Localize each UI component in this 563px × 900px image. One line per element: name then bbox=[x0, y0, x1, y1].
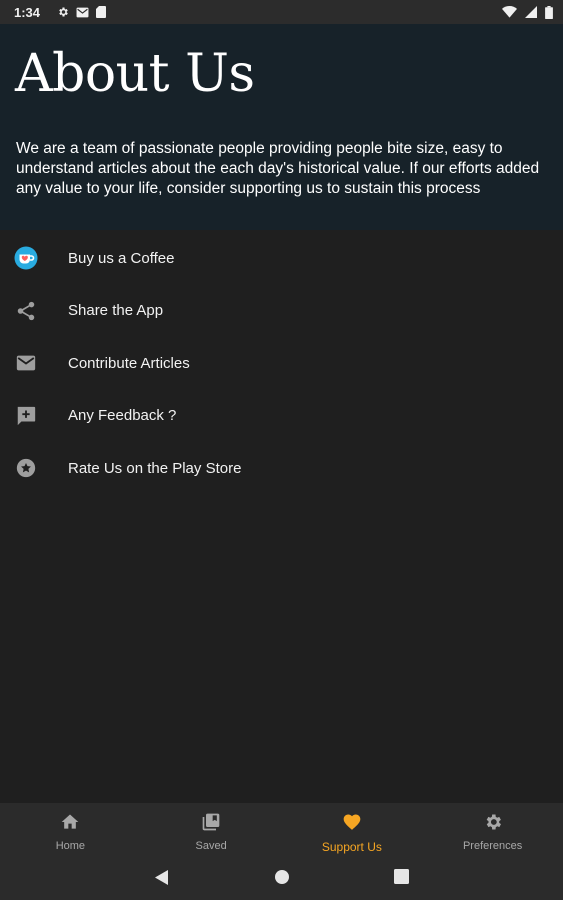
cellular-icon bbox=[525, 6, 537, 18]
back-icon[interactable] bbox=[154, 869, 169, 891]
wifi-icon bbox=[502, 6, 517, 18]
feedback-icon bbox=[14, 404, 38, 428]
heart-icon bbox=[342, 812, 362, 837]
buy-coffee-item[interactable]: Buy us a Coffee bbox=[0, 232, 563, 285]
support-options-list: Buy us a Coffee Share the App Contribute… bbox=[0, 232, 563, 495]
recents-icon[interactable] bbox=[394, 869, 409, 889]
menu-label: Rate Us on the Play Store bbox=[68, 459, 242, 477]
coffee-cup-icon bbox=[14, 246, 38, 270]
email-icon bbox=[14, 351, 38, 375]
about-header: About Us We are a team of passionate peo… bbox=[0, 24, 563, 230]
home-circle-icon[interactable] bbox=[274, 869, 290, 890]
star-icon bbox=[14, 456, 38, 480]
menu-label: Any Feedback ? bbox=[68, 407, 177, 425]
nav-label: Preferences bbox=[462, 840, 523, 852]
status-bar: 1:34 bbox=[0, 0, 563, 24]
menu-label: Share the App bbox=[68, 302, 164, 320]
system-navigation-bar bbox=[0, 855, 563, 900]
share-app-item[interactable]: Share the App bbox=[0, 285, 563, 338]
contribute-articles-item[interactable]: Contribute Articles bbox=[0, 337, 563, 390]
nav-preferences[interactable]: Preferences bbox=[422, 803, 563, 855]
settings-icon bbox=[57, 6, 69, 18]
home-icon bbox=[60, 812, 80, 837]
battery-icon bbox=[545, 5, 553, 19]
bottom-navigation: Home Saved Support Us Preferences bbox=[0, 803, 563, 855]
gmail-icon bbox=[76, 7, 89, 18]
rate-us-item[interactable]: Rate Us on the Play Store bbox=[0, 442, 563, 495]
menu-label: Buy us a Coffee bbox=[68, 249, 175, 267]
nav-label: Support Us bbox=[321, 840, 382, 854]
nav-label: Home bbox=[55, 840, 86, 852]
saved-icon bbox=[201, 812, 221, 837]
gear-icon bbox=[483, 812, 503, 837]
feedback-item[interactable]: Any Feedback ? bbox=[0, 390, 563, 443]
about-us-screen: 1:34 About Us We are a team of passionat… bbox=[0, 0, 563, 900]
page-title: About Us bbox=[15, 44, 255, 104]
intro-text: We are a team of passionate people provi… bbox=[16, 140, 540, 197]
nav-saved[interactable]: Saved bbox=[141, 803, 282, 855]
sd-card-icon bbox=[96, 6, 107, 18]
share-icon bbox=[14, 299, 38, 323]
nav-label: Saved bbox=[195, 840, 227, 852]
menu-label: Contribute Articles bbox=[68, 354, 190, 372]
nav-home[interactable]: Home bbox=[0, 803, 141, 855]
nav-support-us[interactable]: Support Us bbox=[282, 803, 423, 855]
status-time: 1:34 bbox=[14, 4, 41, 20]
